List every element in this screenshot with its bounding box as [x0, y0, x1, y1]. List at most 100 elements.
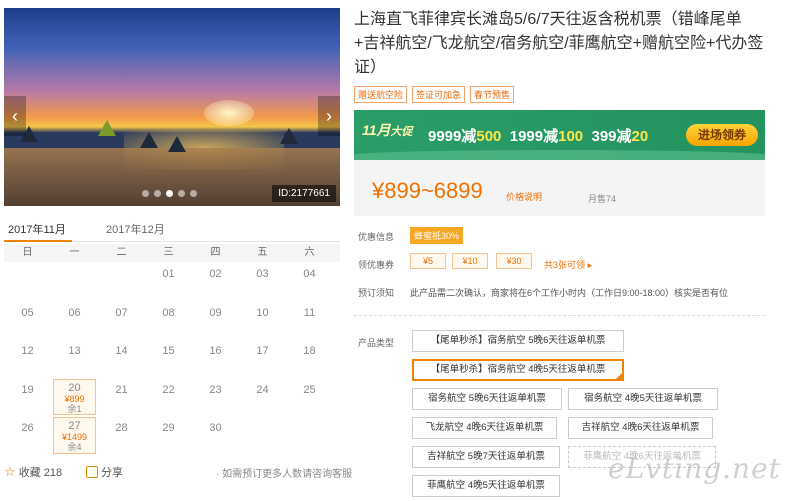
calendar-day: 18 — [286, 339, 333, 378]
weekday-label: 一 — [69, 247, 80, 258]
coupon-10[interactable]: ¥10 — [452, 253, 488, 269]
tab-month-nov[interactable]: 2017年11月 — [8, 221, 66, 237]
day-number: 10 — [256, 306, 269, 319]
product-type-option[interactable]: 【尾单秒杀】宿务航空 4晚5天往返单机票 — [412, 359, 624, 381]
calendar-day: 06 — [51, 301, 98, 340]
price-range: ¥899~6899 — [372, 178, 483, 203]
slide-indicator[interactable] — [142, 190, 197, 197]
calendar-day-available[interactable]: 27 ¥1499 余4 — [53, 417, 96, 454]
day-number: 15 — [162, 345, 175, 357]
day-number: 08 — [162, 306, 175, 319]
calendar-day: 30 — [192, 416, 239, 455]
product-title: 上海直飞菲律宾长滩岛5/6/7天往返含税机票（错峰尾单+吉祥航空/飞龙航空/宿务… — [354, 11, 764, 76]
offer-amount: 500 — [476, 128, 502, 145]
favorite-label: 收藏 — [18, 467, 41, 479]
day-number: 02 — [209, 268, 222, 280]
day-price: ¥899 — [64, 393, 85, 404]
calendar-day: 24 — [239, 378, 286, 417]
calendar-day: 11 — [286, 301, 333, 340]
seats-left: 余4 — [67, 442, 82, 452]
slide-dot[interactable] — [154, 190, 161, 197]
reserve-label: 预订须知 — [358, 288, 395, 298]
star-icon: ☆ — [4, 464, 16, 479]
product-type-option[interactable]: 【尾单秒杀】宿务航空 5晚6天往返单机票 — [412, 330, 624, 352]
promo-offer: 399减20 — [592, 128, 649, 145]
sunset-sun — [204, 100, 254, 126]
calendar-week-row: 05 06 07 08 09 10 11 — [4, 301, 340, 340]
offer-prefix: 1999减 — [509, 128, 559, 145]
calendar-day: 22 — [145, 378, 192, 417]
slide-dot[interactable] — [142, 190, 149, 197]
prev-arrow-button[interactable]: ‹ — [4, 96, 26, 136]
day-number: 06 — [68, 306, 81, 319]
calendar-day: 08 — [145, 301, 192, 340]
tab-month-dec[interactable]: 2017年12月 — [106, 221, 165, 237]
favorite-count: 218 — [43, 467, 63, 479]
product-type-option[interactable]: 菲鹰航空 4晚5天往返单机票 — [412, 475, 560, 497]
product-type-option[interactable]: 宿务航空 5晚6天往返单机票 — [412, 388, 562, 410]
day-number: 25 — [303, 383, 316, 396]
offer-amount: 20 — [631, 128, 649, 145]
sailboat — [168, 136, 186, 152]
promo-badge-main: 11月 — [362, 122, 391, 138]
product-type-option[interactable]: 吉祥航空 4晚6天往返单机票 — [568, 417, 713, 439]
day-price: ¥1499 — [61, 432, 88, 442]
offer-amount: 100 — [558, 128, 584, 145]
calendar-grid: 日 一 二 三 四 五 六 01 02 03 04 05 06 07 08 09 10 11 12 13 14 15 16… — [4, 244, 340, 455]
calendar-day: 29 — [145, 416, 192, 455]
photo-id-label: ID:2177661 — [272, 185, 336, 202]
weekday-label: 三 — [163, 247, 174, 258]
day-number: 16 — [209, 345, 222, 357]
coupon-30[interactable]: ¥30 — [496, 253, 532, 269]
day-number: 19 — [21, 383, 34, 396]
day-number: 05 — [21, 306, 34, 319]
promo-banner[interactable]: 11月大促 9999减500 1999减100 399减20 进场领券 — [354, 110, 765, 160]
weekday-label: 二 — [116, 247, 127, 258]
calendar-day: 25 — [286, 378, 333, 417]
calendar-day: 07 — [98, 301, 145, 340]
sailboat — [98, 120, 116, 136]
product-type-option[interactable]: 宿务航空 4晚5天往返单机票 — [568, 388, 718, 410]
coupon-more-link[interactable]: 共3张可领 ▸ — [544, 258, 592, 271]
calendar-day: 19 — [4, 378, 51, 417]
slide-dot[interactable] — [178, 190, 185, 197]
calendar-day: 01 — [145, 262, 192, 301]
calendar-week-row: 12 13 14 15 16 17 18 — [4, 339, 340, 378]
calendar-day: 21 — [98, 378, 145, 417]
calendar-day: 28 — [98, 416, 145, 455]
day-number: 22 — [162, 383, 175, 396]
share-label: 分享 — [101, 467, 123, 479]
product-photo[interactable]: ‹ › ID:2177661 — [4, 8, 340, 206]
reserve-text: 此产品需二次确认，商家将在6个工作小时内（工作日9:00-18:00）核实是否有… — [410, 288, 729, 298]
day-number: 04 — [303, 268, 316, 280]
day-number: 24 — [256, 383, 269, 396]
product-type-option[interactable]: 吉祥航空 5晚7天往返单机票 — [412, 446, 560, 468]
day-number: 20 — [68, 381, 81, 394]
next-arrow-button[interactable]: › — [318, 96, 340, 136]
day-number: 13 — [68, 345, 81, 357]
product-tags: 赠送航空险 签证可加急 春节预售 — [354, 86, 515, 103]
calendar-day: 23 — [192, 378, 239, 417]
calendar-day-available[interactable]: 20 ¥899 余1 — [53, 378, 96, 415]
product-type-option[interactable]: 飞龙航空 4晚6天往返单机票 — [412, 417, 557, 439]
get-coupon-button[interactable]: 进场领券 — [686, 124, 758, 146]
product-type-label: 产品类型 — [358, 338, 395, 348]
tag-presale: 春节预售 — [470, 86, 515, 103]
day-number: 21 — [115, 383, 128, 396]
tag-insurance: 赠送航空险 — [354, 86, 408, 103]
calendar-day: 03 — [239, 262, 286, 301]
favorite-button[interactable]: ☆ 收藏 218 — [4, 464, 62, 480]
price-note-link[interactable]: 价格说明 — [506, 190, 542, 203]
calendar-day: 26 — [4, 416, 51, 455]
slide-dot[interactable] — [166, 190, 173, 197]
share-button[interactable]: 分享 — [86, 464, 123, 480]
seats-left: 余1 — [67, 403, 82, 414]
day-number: 29 — [162, 422, 175, 434]
slide-dot[interactable] — [190, 190, 197, 197]
promo-badge-sub: 大促 — [390, 126, 413, 138]
watermark: eLvting.net — [608, 452, 781, 485]
day-number: 26 — [21, 422, 34, 434]
day-number: 28 — [115, 422, 128, 434]
calendar-day — [51, 262, 98, 301]
coupon-5[interactable]: ¥5 — [410, 253, 446, 269]
